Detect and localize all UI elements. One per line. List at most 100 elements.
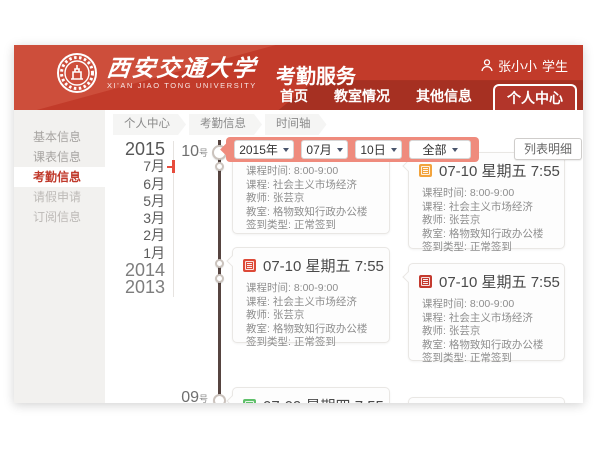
- card-field-教师: 教师: 张芸京: [246, 192, 379, 206]
- timeline-node-2: [215, 162, 224, 171]
- card-title: 07-10 星期五 7:55: [439, 160, 560, 181]
- timeline-card: 07-10 星期五 7:55 课程时间: 8:00-9:00课程: 社会主义市场经…: [232, 247, 390, 343]
- yearnav-item-2013[interactable]: 2013: [118, 279, 165, 296]
- active-month-tick: [172, 160, 175, 173]
- sidebar-item-4[interactable]: 请假申请: [14, 187, 105, 207]
- card-field-课程: 课程: 社会主义市场经济: [422, 312, 554, 326]
- card-field-课程: 课程: 社会主义市场经济: [422, 201, 554, 215]
- yearnav-item-2015[interactable]: 2015: [118, 141, 165, 158]
- timeline-card: 07-10 星期五 7:55 课程时间: 8:00-9:00课程: 社会主义市场经…: [408, 152, 565, 249]
- card-field-签到类型: 签到类型: 正常签到: [246, 219, 379, 233]
- user-name: 张小小: [498, 56, 537, 75]
- card-field-课程: 课程: 社会主义市场经济: [246, 296, 379, 310]
- main-nav: 首页教室情况其他信息个人中心: [267, 83, 577, 110]
- yearnav-item-7月[interactable]: 7月: [118, 158, 165, 175]
- chevron-down-icon: [452, 148, 458, 152]
- filter-dropdown-4[interactable]: 全部: [409, 140, 471, 159]
- card-field-课程时间: 课程时间: 8:00-9:00: [246, 165, 379, 179]
- day-label-09: 09号: [172, 389, 208, 403]
- sidebar-item-2[interactable]: 课表信息: [14, 147, 105, 167]
- yearnav-item-6月[interactable]: 6月: [118, 176, 165, 193]
- user-role: 学生: [542, 56, 568, 75]
- card-title: 07-10 星期五 7:55: [439, 271, 560, 292]
- card-title-row: 07-10 星期五 7:55: [409, 264, 564, 295]
- breadcrumb-segment-1[interactable]: 个人中心: [113, 114, 186, 135]
- card-field-课程时间: 课程时间: 8:00-9:00: [422, 187, 554, 201]
- checkin-type-icon: [419, 164, 432, 177]
- card-field-教师: 教师: 张芸京: [422, 214, 554, 228]
- card-fields: 课程时间: 8:00-9:00课程: 社会主义市场经济教师: 张芸京教室: 格物…: [233, 153, 389, 241]
- app-header: 西安交通大学 XI'AN JIAO TONG UNIVERSITY 考勤服务 张…: [14, 45, 583, 110]
- app-window: 西安交通大学 XI'AN JIAO TONG UNIVERSITY 考勤服务 张…: [14, 45, 583, 403]
- day-suffix: 号: [199, 148, 208, 158]
- nav-item-4[interactable]: 个人中心: [493, 84, 577, 110]
- card-fields: 课程时间: 8:00-9:00课程: 社会主义市场经济教师: 张芸京教室: 格物…: [409, 295, 564, 374]
- timeline-node-4: [215, 274, 224, 283]
- dropdown-value: 10日: [360, 141, 385, 158]
- breadcrumb-segment-3[interactable]: 时间轴: [265, 114, 327, 135]
- card-title: 07-10 星期五 7:55: [263, 255, 384, 276]
- chevron-down-icon: [391, 148, 397, 152]
- sidebar-item-5[interactable]: 订阅信息: [14, 207, 105, 227]
- timeline-card: 07-09 星期四 7:55: [232, 387, 390, 403]
- yearnav-item-2月[interactable]: 2月: [118, 227, 165, 244]
- chevron-down-icon: [337, 148, 343, 152]
- sidebar: 基本信息课表信息考勤信息请假申请订阅信息: [14, 110, 105, 403]
- checkin-type-icon: [419, 275, 432, 288]
- filter-dropdown-2[interactable]: 07月: [301, 140, 348, 159]
- filter-bar: 2015年 07月 10日 全部: [226, 137, 479, 162]
- checkin-type-icon: [243, 399, 256, 403]
- sidebar-item-3[interactable]: 考勤信息: [14, 167, 105, 187]
- breadcrumb: 个人中心考勤信息时间轴: [113, 114, 330, 135]
- timeline-card: 07-10 星期五 7:55 课程时间: 8:00-9:00课程: 社会主义市场经…: [408, 263, 565, 361]
- card-field-教室: 教室: 格物致知行政办公楼: [422, 228, 554, 242]
- timeline-card: 课程时间: 8:00-9:00课程: 社会主义市场经济教师: 张芸京教室: 格物…: [232, 152, 390, 234]
- user-info[interactable]: 张小小 学生: [481, 56, 568, 75]
- card-field-教师: 教师: 张芸京: [422, 325, 554, 339]
- list-detail-button[interactable]: 列表明细: [514, 138, 582, 160]
- active-month-dash: [167, 166, 172, 168]
- timeline-line: [218, 140, 221, 403]
- year-nav: 20157月6月5月3月2月1月20142013: [118, 141, 174, 297]
- university-name-en: XI'AN JIAO TONG UNIVERSITY: [107, 81, 257, 90]
- card-field-签到类型: 签到类型: 正常签到: [422, 352, 554, 366]
- person-icon: [481, 59, 493, 72]
- card-field-课程时间: 课程时间: 8:00-9:00: [246, 282, 379, 296]
- dropdown-value: 2015年: [239, 141, 278, 158]
- chevron-down-icon: [283, 148, 289, 152]
- timeline-node-3: [215, 259, 224, 268]
- dropdown-value: 全部: [423, 141, 447, 158]
- card-field-课程时间: 课程时间: 8:00-9:00: [422, 298, 554, 312]
- day-suffix: 号: [199, 394, 208, 403]
- nav-item-2[interactable]: 教室情况: [321, 83, 403, 110]
- card-fields: 课程时间: 8:00-9:00课程: 社会主义市场经济教师: 张芸京教室: 格物…: [409, 184, 564, 263]
- filter-dropdown-1[interactable]: 2015年: [234, 140, 294, 159]
- card-field-教师: 教师: 张芸京: [246, 309, 379, 323]
- yearnav-item-5月[interactable]: 5月: [118, 193, 165, 210]
- university-name-cn: 西安交通大学: [106, 56, 259, 80]
- card-title: 07-09 星期四 7:55: [263, 395, 384, 403]
- screenshot-stage: 西安交通大学 XI'AN JIAO TONG UNIVERSITY 考勤服务 张…: [0, 0, 600, 450]
- sidebar-item-1[interactable]: 基本信息: [14, 127, 105, 147]
- card-field-教室: 教室: 格物致知行政办公楼: [246, 323, 379, 337]
- university-logo-icon: [56, 52, 98, 94]
- card-title-row: 07-10 星期五 7:55: [233, 248, 389, 279]
- breadcrumb-segment-2[interactable]: 考勤信息: [189, 114, 262, 135]
- card-field-签到类型: 签到类型: 正常签到: [246, 336, 379, 350]
- card-field-签到类型: 签到类型: 正常签到: [422, 241, 554, 255]
- dropdown-value: 07月: [306, 141, 331, 158]
- filter-dropdown-3[interactable]: 10日: [355, 140, 402, 159]
- card-field-教室: 教室: 格物致知行政办公楼: [246, 206, 379, 220]
- nav-item-3[interactable]: 其他信息: [403, 83, 485, 110]
- timeline-node-5: [213, 394, 226, 403]
- day-label-10: 10号: [172, 143, 208, 161]
- timeline-card-partial: [408, 397, 565, 403]
- card-title-row: 07-09 星期四 7:55: [233, 388, 389, 403]
- nav-item-1[interactable]: 首页: [267, 83, 321, 110]
- card-field-教室: 教室: 格物致知行政办公楼: [422, 339, 554, 353]
- card-field-课程: 课程: 社会主义市场经济: [246, 179, 379, 193]
- checkin-type-icon: [243, 259, 256, 272]
- brand-text: 西安交通大学 XI'AN JIAO TONG UNIVERSITY: [107, 56, 257, 90]
- card-fields: 课程时间: 8:00-9:00课程: 社会主义市场经济教师: 张芸京教室: 格物…: [233, 279, 389, 358]
- yearnav-item-3月[interactable]: 3月: [118, 210, 165, 227]
